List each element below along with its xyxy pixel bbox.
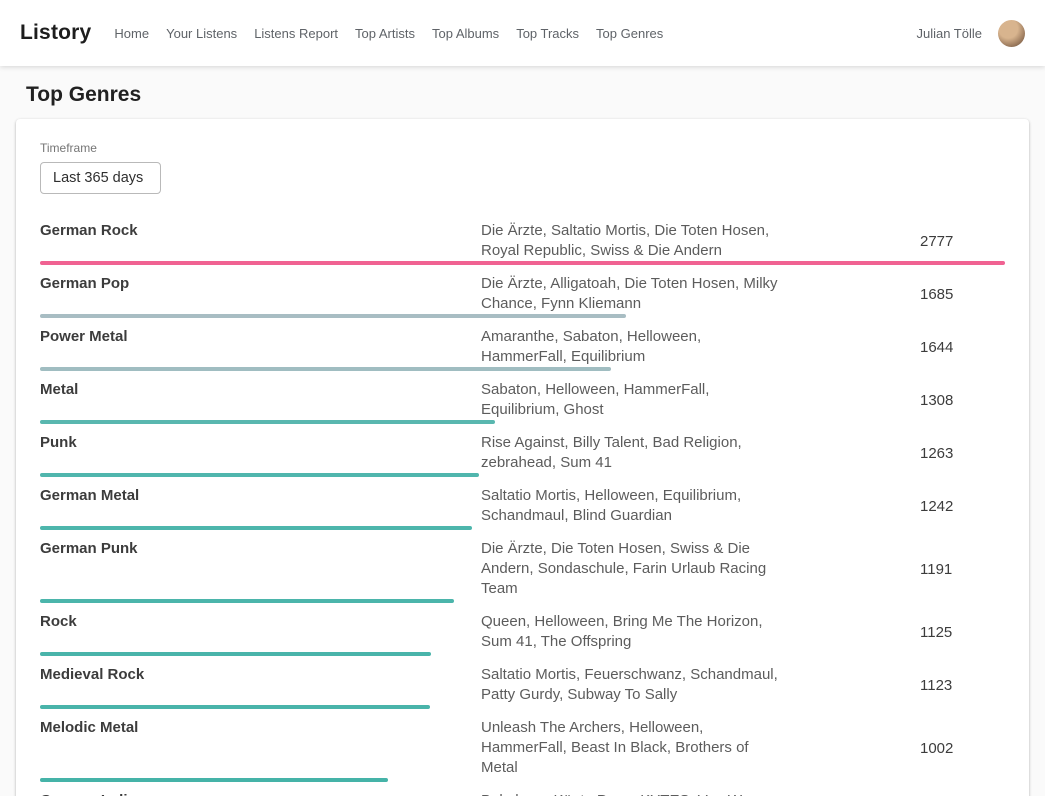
genre-row: German Pop Die Ärzte, Alligatoah, Die To… [40, 265, 1005, 318]
genre-bar [40, 261, 1005, 265]
genre-row: German Punk Die Ärzte, Die Toten Hosen, … [40, 530, 1005, 603]
genre-row: German Indie Bukahara, Käptn Peng, KYTES… [40, 782, 1005, 796]
genre-artists: Saltatio Mortis, Helloween, Equilibrium,… [481, 486, 781, 526]
genre-bar [40, 367, 611, 371]
genre-name: German Metal [40, 486, 481, 506]
top-genres-card: Timeframe Last 365 days German Rock Die … [16, 119, 1029, 796]
genre-name: Melodic Metal [40, 718, 481, 738]
genre-count: 2777 [920, 233, 953, 250]
app-header: Listory Home Your Listens Listens Report To… [0, 0, 1045, 66]
nav-link-listens-report[interactable]: Listens Report [254, 26, 338, 41]
nav-link-your-listens[interactable]: Your Listens [166, 26, 237, 41]
genre-count: 1123 [920, 677, 952, 694]
genre-bar [40, 526, 472, 530]
genre-artists: Amaranthe, Sabaton, Helloween, HammerFal… [481, 327, 781, 367]
genre-artists: Die Ärzte, Saltatio Mortis, Die Toten Ho… [481, 221, 781, 261]
main-content: Top Genres Timeframe Last 365 days Germa… [0, 66, 1045, 796]
app-logo[interactable]: Listory [20, 21, 91, 45]
genre-artists: Bukahara, Käptn Peng, KYTES, Von Wegen L… [481, 791, 781, 796]
genre-artists: Rise Against, Billy Talent, Bad Religion… [481, 433, 781, 473]
genre-count: 1308 [920, 392, 953, 409]
genre-count: 1685 [920, 286, 953, 303]
genre-bar [40, 778, 388, 782]
genre-count: 1125 [920, 624, 952, 641]
genre-name: Power Metal [40, 327, 481, 347]
genre-count: 1263 [920, 445, 953, 462]
genre-count: 1191 [920, 561, 952, 578]
genre-name: German Punk [40, 539, 481, 559]
genre-artists: Queen, Helloween, Bring Me The Horizon, … [481, 612, 781, 652]
main-nav: Home Your Listens Listens Report Top Artist… [114, 26, 663, 41]
genre-name: German Indie [40, 791, 481, 796]
genre-row: German Rock Die Ärzte, Saltatio Mortis, … [40, 212, 1005, 265]
genre-name: German Pop [40, 274, 481, 294]
genre-count: 1644 [920, 339, 953, 356]
genre-name: Metal [40, 380, 481, 400]
page-title: Top Genres [26, 83, 1029, 107]
genre-count: 1242 [920, 498, 953, 515]
genre-row: Rock Queen, Helloween, Bring Me The Hori… [40, 603, 1005, 656]
timeframe-label: Timeframe [40, 141, 1005, 155]
nav-link-top-albums[interactable]: Top Albums [432, 26, 499, 41]
nav-link-home[interactable]: Home [114, 26, 149, 41]
genre-bar [40, 705, 430, 709]
genre-row: Medieval Rock Saltatio Mortis, Feuerschw… [40, 656, 1005, 709]
genre-row: Power Metal Amaranthe, Sabaton, Hellowee… [40, 318, 1005, 371]
nav-link-top-tracks[interactable]: Top Tracks [516, 26, 579, 41]
user-name[interactable]: Julian Tölle [916, 26, 982, 41]
genre-artists: Die Ärzte, Die Toten Hosen, Swiss & Die … [481, 539, 781, 599]
genre-name: Punk [40, 433, 481, 453]
genre-bar [40, 314, 626, 318]
genre-row: Metal Sabaton, Helloween, HammerFall, Eq… [40, 371, 1005, 424]
genre-row: Melodic Metal Unleash The Archers, Hello… [40, 709, 1005, 782]
genre-artists: Unleash The Archers, Helloween, HammerFa… [481, 718, 781, 778]
genre-count: 1002 [920, 740, 953, 757]
genre-bar [40, 599, 454, 603]
genre-bar [40, 652, 431, 656]
genre-artists: Die Ärzte, Alligatoah, Die Toten Hosen, … [481, 274, 781, 314]
timeframe-selected-value: Last 365 days [53, 170, 143, 186]
genre-bar [40, 420, 495, 424]
genre-row: Punk Rise Against, Billy Talent, Bad Rel… [40, 424, 1005, 477]
nav-link-top-genres[interactable]: Top Genres [596, 26, 663, 41]
user-avatar[interactable] [998, 20, 1025, 47]
genre-name: German Rock [40, 221, 481, 241]
timeframe-select[interactable]: Last 365 days [40, 162, 161, 194]
genre-name: Medieval Rock [40, 665, 481, 685]
genre-artists: Sabaton, Helloween, HammerFall, Equilibr… [481, 380, 781, 420]
genre-artists: Saltatio Mortis, Feuerschwanz, Schandmau… [481, 665, 781, 705]
genre-bar [40, 473, 479, 477]
genre-list: German Rock Die Ärzte, Saltatio Mortis, … [40, 212, 1005, 796]
genre-name: Rock [40, 612, 481, 632]
nav-link-top-artists[interactable]: Top Artists [355, 26, 415, 41]
genre-row: German Metal Saltatio Mortis, Helloween,… [40, 477, 1005, 530]
